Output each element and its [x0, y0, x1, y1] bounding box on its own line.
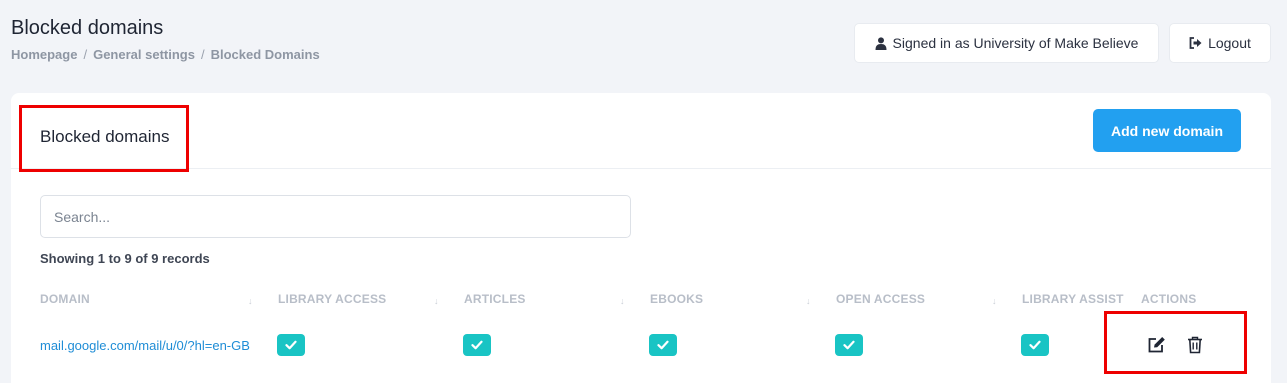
breadcrumb-separator: / — [200, 47, 205, 62]
column-header-ebooks[interactable]: EBOOKS — [650, 292, 703, 306]
column-header-articles[interactable]: ARTICLES — [464, 292, 526, 306]
search-input[interactable] — [40, 195, 631, 238]
breadcrumb-blocked-domains: Blocked Domains — [210, 47, 320, 62]
logout-button[interactable]: Logout — [1169, 23, 1271, 63]
column-header-open-access[interactable]: OPEN ACCESS — [836, 292, 925, 306]
open-access-check-icon — [835, 334, 863, 356]
sort-icon[interactable]: ↓ — [806, 296, 811, 306]
column-header-library-assist[interactable]: LIBRARY ASSIST — [1022, 292, 1124, 306]
breadcrumb: Homepage / General settings / Blocked Do… — [11, 47, 320, 62]
sort-icon[interactable]: ↓ — [434, 296, 439, 306]
logout-label: Logout — [1208, 35, 1251, 51]
logout-icon — [1189, 37, 1202, 49]
column-header-domain[interactable]: DOMAIN — [40, 292, 90, 306]
card-header — [11, 93, 1271, 169]
blocked-domains-card: Blocked domains Add new domain Showing 1… — [11, 93, 1271, 383]
breadcrumb-general-settings[interactable]: General settings — [93, 47, 195, 62]
page-title: Blocked domains — [11, 17, 164, 39]
library-access-check-icon — [277, 334, 305, 356]
articles-check-icon — [463, 334, 491, 356]
breadcrumb-separator: / — [83, 47, 88, 62]
add-new-domain-button[interactable]: Add new domain — [1093, 109, 1241, 152]
column-header-library-access[interactable]: LIBRARY ACCESS — [278, 292, 386, 306]
sort-icon[interactable]: ↓ — [248, 296, 253, 306]
highlight-box-actions — [1104, 311, 1247, 374]
records-count: Showing 1 to 9 of 9 records — [40, 251, 210, 266]
highlight-box-title — [19, 105, 189, 172]
sort-icon[interactable]: ↓ — [620, 296, 625, 306]
signed-in-label: Signed in as University of Make Believe — [892, 35, 1139, 51]
signed-in-button[interactable]: Signed in as University of Make Believe — [854, 23, 1159, 63]
ebooks-check-icon — [649, 334, 677, 356]
library-assist-check-icon — [1021, 334, 1049, 356]
column-header-actions: ACTIONS — [1141, 292, 1197, 306]
sort-icon[interactable]: ↓ — [992, 296, 997, 306]
breadcrumb-homepage[interactable]: Homepage — [11, 47, 77, 62]
domain-link[interactable]: mail.google.com/mail/u/0/?hl=en-GB — [40, 338, 262, 353]
user-icon — [875, 36, 887, 50]
